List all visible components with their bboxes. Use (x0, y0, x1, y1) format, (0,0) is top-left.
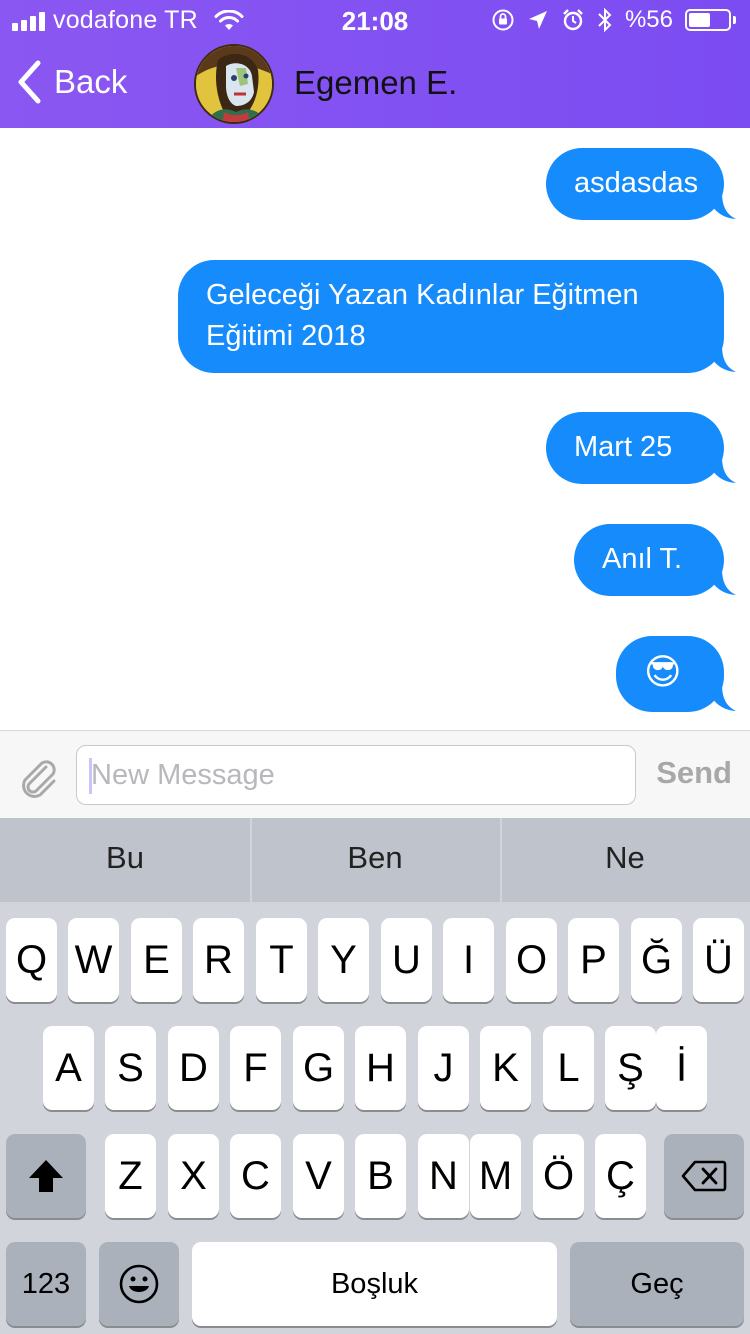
battery-icon (685, 9, 736, 31)
battery-percent: %56 (624, 6, 673, 33)
orientation-lock-icon (492, 9, 514, 31)
emoji-icon (119, 1264, 159, 1304)
key[interactable]: G (293, 1026, 344, 1110)
key[interactable]: X (168, 1134, 219, 1218)
bluetooth-icon (598, 7, 612, 33)
location-icon (528, 11, 547, 29)
send-button[interactable]: Send (656, 755, 732, 791)
key[interactable]: F (230, 1026, 281, 1110)
back-chevron-icon (18, 60, 41, 104)
text-caret (89, 758, 92, 794)
numbers-key[interactable]: 123 (6, 1242, 86, 1326)
status-bar: vodafone TR 21:08 %56 (0, 0, 750, 40)
shift-icon (29, 1160, 63, 1192)
key[interactable]: C (230, 1134, 281, 1218)
bubble-tail (706, 456, 736, 483)
status-right: %56 (491, 6, 736, 34)
key[interactable]: I (443, 918, 494, 1002)
key[interactable]: İ (656, 1026, 707, 1110)
backspace-key[interactable] (664, 1134, 744, 1218)
suggestion-item[interactable]: Bu (0, 818, 250, 902)
key[interactable]: Ş (605, 1026, 656, 1110)
message-text: Mart 25 (574, 431, 673, 463)
message-text: Anıl T. (602, 543, 683, 575)
key[interactable]: J (418, 1026, 469, 1110)
key[interactable]: M (470, 1134, 521, 1218)
key[interactable]: P (568, 918, 619, 1002)
backspace-icon (681, 1160, 727, 1192)
key[interactable]: Ğ (631, 918, 682, 1002)
bubble-tail (706, 684, 736, 711)
key[interactable]: W (68, 918, 119, 1002)
bubble-tail (706, 568, 736, 595)
message-bubble[interactable]: Mart 25 (546, 412, 736, 484)
key[interactable]: O (506, 918, 557, 1002)
message-bubble[interactable]: Anıl T. (574, 524, 736, 596)
key[interactable]: V (293, 1134, 344, 1218)
bubble-tail (706, 192, 736, 219)
space-key[interactable]: Boşluk (192, 1242, 557, 1326)
key[interactable]: Ç (595, 1134, 646, 1218)
message-emoji: 😎 (644, 651, 682, 692)
key[interactable]: B (355, 1134, 406, 1218)
suggestion-item[interactable]: Ne (500, 818, 750, 902)
key[interactable]: Ü (693, 918, 744, 1002)
return-key[interactable]: Geç (570, 1242, 744, 1326)
message-text: asdasdas (574, 167, 699, 199)
bubble-tail (706, 345, 736, 372)
key[interactable]: E (131, 918, 182, 1002)
key[interactable]: T (256, 918, 307, 1002)
message-text: Geleceği Yazan Kadınlar Eğitmen Eğitimi … (206, 279, 639, 352)
header: vodafone TR 21:08 %56 Back Egemen E. (0, 0, 750, 128)
key[interactable]: Ö (533, 1134, 584, 1218)
key[interactable]: R (193, 918, 244, 1002)
message-bubble[interactable]: asdasdas (546, 148, 736, 220)
key[interactable]: L (543, 1026, 594, 1110)
shift-key[interactable] (6, 1134, 86, 1218)
message-bubble[interactable]: 😎 (616, 636, 736, 712)
message-input[interactable] (76, 745, 636, 805)
alarm-icon (563, 9, 583, 31)
suggestion-bar: Bu Ben Ne (0, 818, 750, 902)
back-label: Back (54, 63, 128, 100)
battery-fill (689, 13, 711, 27)
contact-name[interactable]: Egemen E. (294, 64, 457, 102)
key[interactable]: D (168, 1026, 219, 1110)
nav-bar: Back Egemen E. (0, 40, 750, 128)
key[interactable]: N (418, 1134, 469, 1218)
back-button[interactable]: Back (16, 60, 127, 104)
paperclip-icon[interactable] (16, 755, 62, 801)
key[interactable]: Z (105, 1134, 156, 1218)
avatar-image (196, 46, 272, 122)
compose-bar: Send (0, 730, 750, 818)
key[interactable]: H (355, 1026, 406, 1110)
key[interactable]: S (105, 1026, 156, 1110)
message-list[interactable]: asdasdas Geleceği Yazan Kadınlar Eğitmen… (0, 128, 750, 730)
key[interactable]: Q (6, 918, 57, 1002)
keyboard: Bu Ben Ne Q W E R T Y U I O P Ğ Ü A S D … (0, 818, 750, 1334)
key[interactable]: A (43, 1026, 94, 1110)
key[interactable]: U (381, 918, 432, 1002)
message-bubble[interactable]: Geleceği Yazan Kadınlar Eğitmen Eğitimi … (178, 260, 736, 373)
key[interactable]: K (480, 1026, 531, 1110)
emoji-key[interactable] (99, 1242, 179, 1326)
contact-avatar[interactable] (194, 44, 274, 124)
suggestion-item[interactable]: Ben (250, 818, 500, 902)
key[interactable]: Y (318, 918, 369, 1002)
